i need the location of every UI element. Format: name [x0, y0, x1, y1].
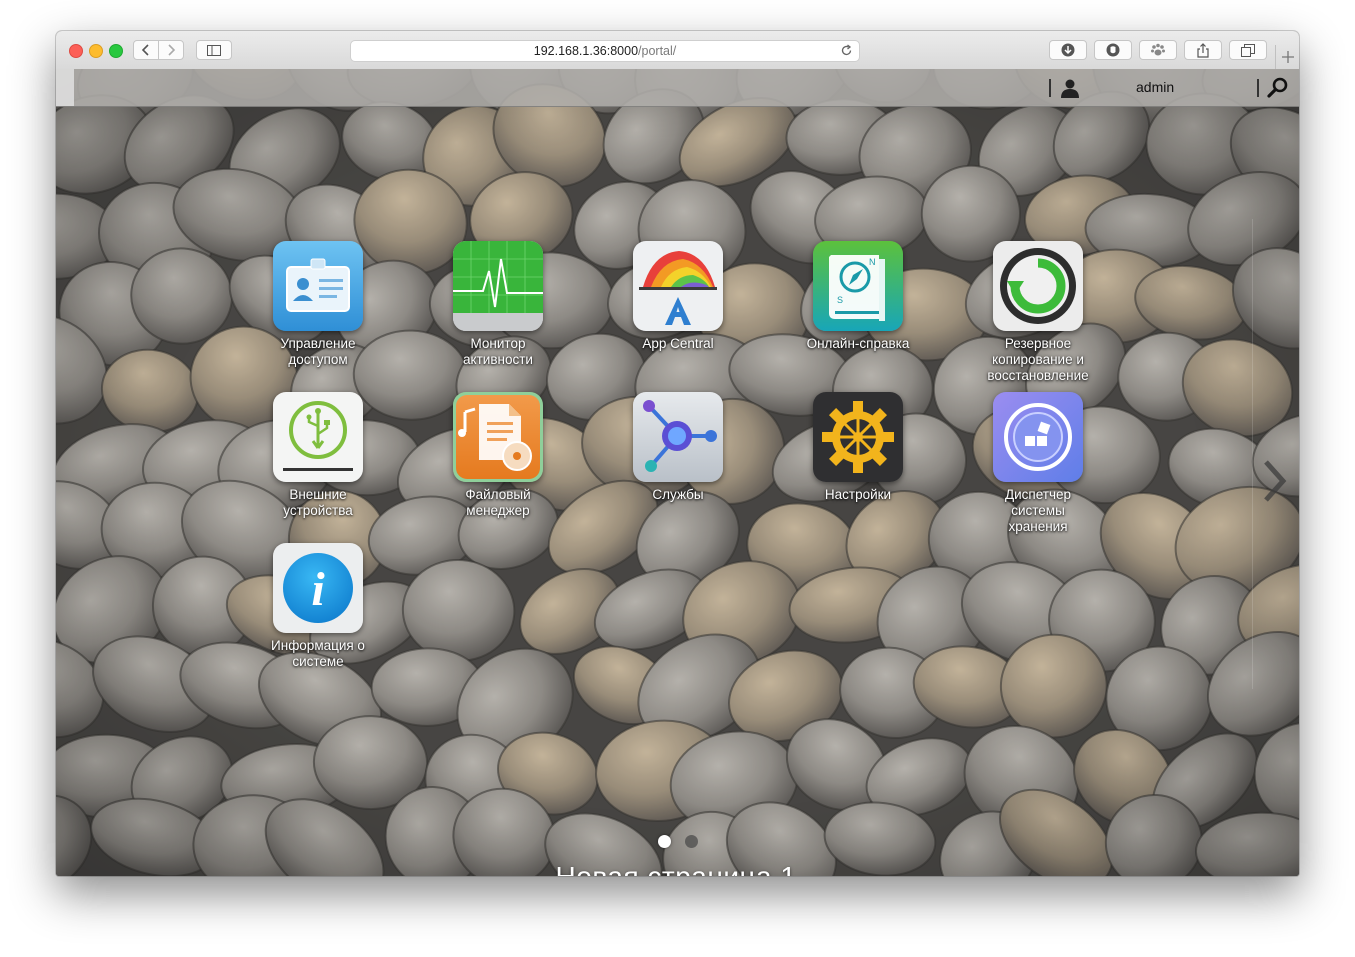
username-label[interactable]: admin [1136, 79, 1174, 95]
app-monitor[interactable]: Монитор активности [408, 241, 588, 391]
chevron-right-icon [168, 44, 176, 56]
browser-toolbar: 192.168.1.36:8000/portal/ [56, 31, 1299, 70]
app-settings[interactable]: Настройки [768, 392, 948, 542]
left-panel-handle[interactable] [56, 69, 74, 106]
app-label[interactable]: Резервное копирование и восстановление [973, 336, 1103, 384]
app-backup[interactable]: Резервное копирование и восстановление [948, 241, 1128, 391]
share-button[interactable] [1184, 40, 1222, 60]
app-label[interactable]: Внешние устройства [268, 487, 368, 519]
backup-restore-icon[interactable] [993, 241, 1083, 331]
share-icon [1197, 42, 1209, 58]
app-services[interactable]: Службы [588, 392, 768, 542]
sidebar-button[interactable] [196, 40, 232, 60]
user-icon[interactable] [1059, 77, 1081, 99]
storage-manager-icon[interactable] [993, 392, 1083, 482]
app-sysinfo[interactable]: i Информация о системе [228, 543, 408, 693]
plus-icon [1282, 51, 1294, 63]
services-nodes-icon[interactable] [633, 392, 723, 482]
search-icon[interactable] [1267, 77, 1289, 99]
zoom-window-button[interactable] [109, 44, 123, 58]
app-label[interactable]: Онлайн-справка [778, 336, 938, 352]
tabs-overview-button[interactable] [1229, 40, 1267, 60]
app-access[interactable]: Управление доступом [228, 241, 408, 391]
page-title[interactable]: Новая страница 1 [476, 861, 876, 876]
app-label[interactable]: Информация о системе [253, 638, 383, 670]
extension-button[interactable] [1094, 40, 1132, 60]
file-manager-icon[interactable] [453, 392, 543, 482]
app-appcentral[interactable]: App Central [588, 241, 768, 391]
app-storage[interactable]: Диспетчер системы хранения [948, 392, 1128, 542]
portal-page: admin Управление доступом Монитор активно… [56, 69, 1299, 876]
next-page-arrow-icon[interactable] [1259, 459, 1289, 503]
app-label[interactable]: Файловый менеджер [448, 487, 548, 519]
shield-extension-icon [1106, 43, 1120, 57]
app-label[interactable]: Монитор активности [448, 336, 548, 368]
back-button[interactable] [133, 40, 159, 60]
address-bar[interactable]: 192.168.1.36:8000/portal/ [350, 40, 860, 62]
sidebar-icon [207, 44, 221, 56]
tabs-icon [1241, 43, 1255, 57]
paw-icon [1151, 43, 1165, 56]
page-dot-2[interactable] [685, 835, 698, 848]
compass-book-icon[interactable]: NS [813, 241, 903, 331]
app-label[interactable]: App Central [598, 336, 758, 352]
app-label[interactable]: Управление доступом [268, 336, 368, 368]
close-window-button[interactable] [69, 44, 83, 58]
portal-top-bar: admin [56, 69, 1299, 107]
id-card-icon[interactable] [273, 241, 363, 331]
page-dot-1[interactable] [658, 835, 671, 848]
separator [1257, 79, 1259, 97]
separator [1049, 79, 1051, 97]
heartbeat-monitor-icon[interactable] [453, 241, 543, 331]
downloads-button[interactable] [1049, 40, 1087, 60]
app-external[interactable]: Внешние устройства [228, 392, 408, 542]
page-edge-divider [1252, 219, 1253, 689]
app-help[interactable]: N S Онлайн-справка [768, 241, 948, 391]
url-host: 192.168.1.36:8000 [533, 44, 639, 58]
gear-icon[interactable] [813, 392, 903, 482]
download-icon [1061, 43, 1075, 57]
svg-text:N: N [869, 257, 876, 267]
svg-text:i: i [311, 563, 325, 616]
app-label[interactable]: Настройки [778, 487, 938, 503]
app-label[interactable]: Службы [598, 487, 758, 503]
info-icon[interactable]: i [273, 543, 363, 633]
chevron-left-icon [141, 44, 149, 56]
app-label[interactable]: Диспетчер системы хранения [988, 487, 1088, 535]
new-tab-button[interactable] [1275, 45, 1299, 69]
url-path: /portal/ [638, 44, 677, 58]
browser-window: 192.168.1.36:8000/portal/ admin Управлен… [56, 31, 1299, 876]
reload-icon[interactable] [840, 44, 853, 57]
app-files[interactable]: Файловый менеджер [408, 392, 588, 542]
forward-button[interactable] [158, 40, 184, 60]
app-central-icon[interactable] [633, 241, 723, 331]
usb-drive-icon[interactable] [273, 392, 363, 482]
minimize-window-button[interactable] [89, 44, 103, 58]
svg-text:S: S [837, 295, 843, 305]
paw-extension-button[interactable] [1139, 40, 1177, 60]
